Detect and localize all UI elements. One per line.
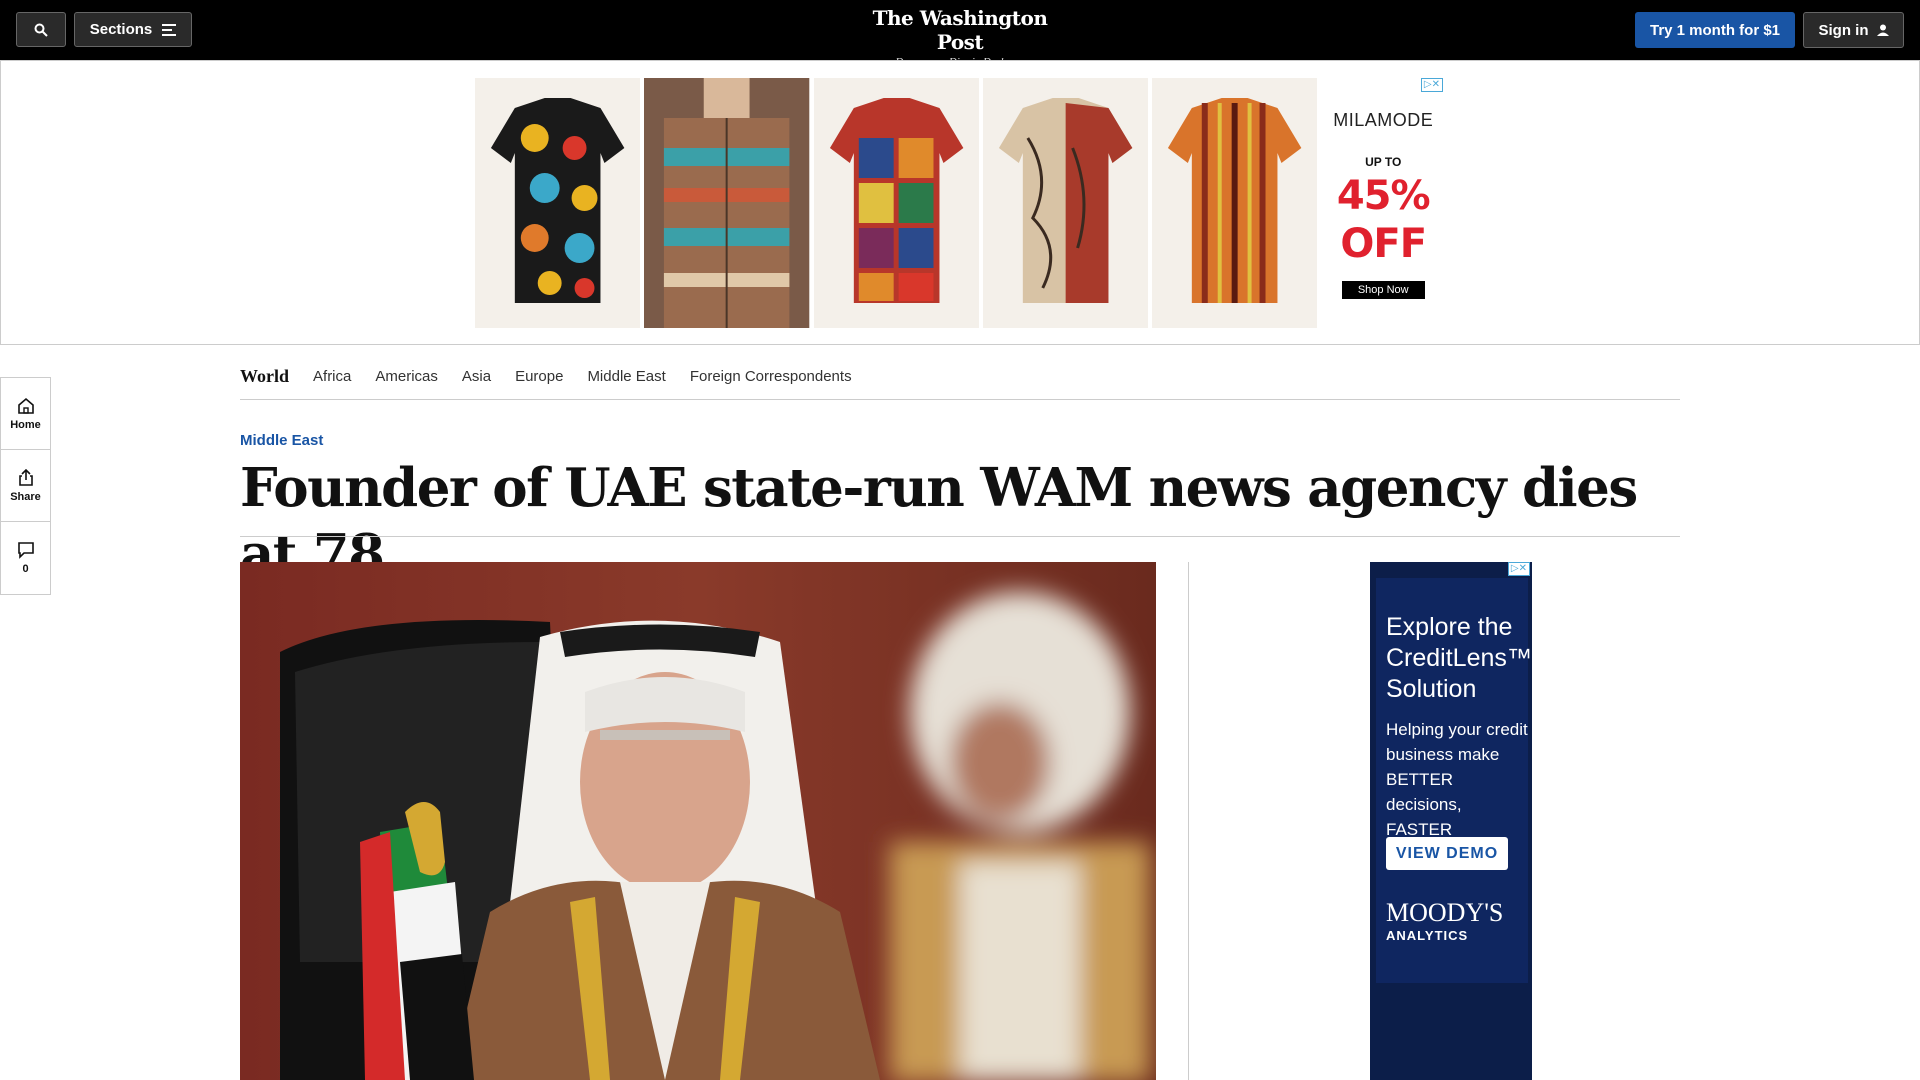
share-icon [18,468,33,486]
subnav-world[interactable]: World [240,366,289,387]
home-button[interactable]: Home [1,378,50,450]
adchoices-icon[interactable]: ▷✕ [1420,78,1443,92]
ad-brand-panel[interactable]: ▷✕ MILAMODE UP TO 45% OFF Shop Now [1321,78,1445,328]
ad-discount-percent: 45% [1336,173,1431,219]
ad-shirt-image-1[interactable] [475,78,641,328]
home-label: Home [10,418,41,431]
subnav-europe[interactable]: Europe [515,368,563,385]
comments-button[interactable]: 0 [1,522,50,594]
side-adchoices-icon[interactable]: ▷✕ [1507,562,1530,576]
article-kicker[interactable]: Middle East [240,432,323,449]
side-ad-title: Explore the CreditLens™ Solution [1386,613,1532,703]
side-ad-subtitle: Helping your credit business make BETTER… [1386,720,1528,839]
side-ad-banner[interactable]: ▷✕ Explore the CreditLens™ Solution Help… [1370,562,1532,1080]
ad-upto-text: UP TO [1365,155,1402,169]
section-subnav: World Africa Americas Asia Europe Middle… [240,353,1680,400]
side-ad-view-demo-button[interactable]: VIEW DEMO [1386,837,1508,870]
sign-in-label: Sign in [1818,21,1869,39]
search-button[interactable] [16,12,66,47]
site-logo[interactable]: The Washington Post Democracy Dies in Da… [860,6,1060,68]
ad-shirt-image-3[interactable] [813,78,979,328]
home-icon [17,397,34,414]
column-divider [1188,562,1189,1080]
comments-count: 0 [22,563,29,575]
share-button[interactable]: Share [1,450,50,522]
sections-button[interactable]: Sections [74,12,192,47]
subnav-asia[interactable]: Asia [462,368,491,385]
sign-in-button[interactable]: Sign in [1803,12,1904,48]
subnav-americas[interactable]: Americas [375,368,438,385]
sections-label: Sections [89,21,153,38]
logo-name: The Washington Post [872,6,1048,54]
ad-shop-now-button[interactable]: Shop Now [1341,281,1425,299]
subnav-africa[interactable]: Africa [313,368,351,385]
ad-shirt-image-5[interactable] [1152,78,1318,328]
side-ad-brand-sub: ANALYTICS [1386,928,1469,943]
search-icon [34,23,48,37]
ad-shirt-image-4[interactable] [982,78,1149,328]
ad-shirt-image-2[interactable] [644,78,810,328]
subscribe-button[interactable]: Try 1 month for $1 [1635,12,1795,48]
headline-divider [240,536,1680,537]
article-lead-photo[interactable] [240,562,1156,1080]
subnav-foreign-correspondents[interactable]: Foreign Correspondents [690,368,852,385]
top-ad-banner[interactable]: ▷✕ MILAMODE UP TO 45% OFF Shop Now [475,78,1445,328]
top-navigation-bar: Sections The Washington Post Democracy D… [0,0,1920,68]
article-action-rail: Home Share 0 [0,377,51,595]
ad-brand-name: MILAMODE [1333,110,1434,130]
side-ad-brand: MOODY'S [1386,898,1504,927]
comment-icon [17,542,34,559]
user-icon [1876,24,1889,36]
menu-icon [162,23,177,36]
subnav-middle-east[interactable]: Middle East [587,368,665,385]
ad-off-text: OFF [1340,221,1427,267]
share-label: Share [10,490,41,503]
